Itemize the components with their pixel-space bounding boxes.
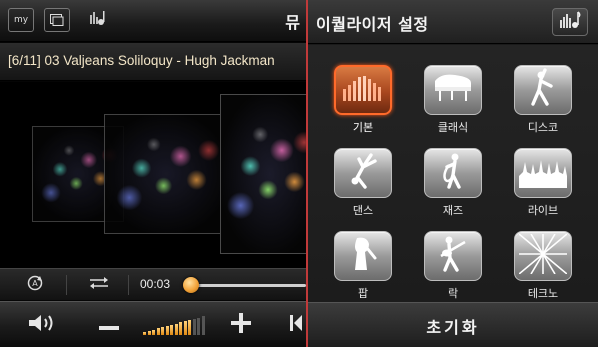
volume-level-segment bbox=[170, 324, 174, 335]
reset-button[interactable]: 초기화 bbox=[308, 303, 598, 347]
volume-level-segment bbox=[183, 321, 187, 335]
preset-rock[interactable]: 락 bbox=[413, 231, 493, 311]
album-art-current[interactable] bbox=[220, 94, 306, 254]
equalizer-settings-button[interactable] bbox=[552, 8, 588, 36]
preset-live-label: 라이브 bbox=[527, 204, 559, 217]
album-art-side[interactable] bbox=[104, 114, 228, 234]
playback-control-bar: A 00:03 bbox=[0, 268, 306, 300]
preset-techno-label: 테크노 bbox=[527, 287, 559, 300]
preset-techno-tile bbox=[514, 231, 572, 281]
preset-rock-label: 락 bbox=[447, 287, 459, 300]
window-mode-button[interactable] bbox=[44, 8, 70, 32]
light-burst-icon bbox=[518, 233, 568, 278]
track-info-bar: [6/11] 03 Valjeans Soliloquy - Hugh Jack… bbox=[0, 43, 306, 81]
volume-level-segment bbox=[156, 328, 160, 335]
volume-level-segment bbox=[197, 317, 201, 335]
plus-icon bbox=[231, 313, 251, 337]
volume-level-segment bbox=[179, 322, 183, 335]
minus-icon bbox=[99, 316, 119, 335]
preset-disco-tile bbox=[514, 65, 572, 115]
player-title: 뮤 bbox=[285, 13, 300, 32]
preset-jazz-tile bbox=[424, 148, 482, 198]
music-settings-button[interactable] bbox=[84, 8, 110, 32]
preset-dance-label: 댄스 bbox=[352, 204, 374, 217]
volume-bar bbox=[0, 301, 306, 347]
volume-level-segment bbox=[161, 327, 165, 335]
preset-live[interactable]: 라이브 bbox=[503, 148, 583, 228]
preset-classic[interactable]: 클래식 bbox=[413, 65, 493, 145]
volume-level-bars bbox=[143, 315, 205, 335]
my-label: my bbox=[13, 15, 29, 25]
preset-classic-label: 클래식 bbox=[437, 121, 469, 134]
skip-previous-icon bbox=[288, 314, 302, 336]
preset-grid: 기본 클래식 디스코 댄스 재즈 라이브 팝 락 테크노 bbox=[308, 45, 598, 302]
concert-crowd-icon bbox=[519, 154, 567, 192]
volume-level-segment bbox=[147, 330, 151, 335]
guitarist-icon bbox=[435, 234, 471, 278]
preset-rock-tile bbox=[424, 231, 482, 281]
progress-knob[interactable] bbox=[183, 277, 199, 293]
music-player: my 뮤 [6/11] 03 Valjeans Soliloquy - Hugh… bbox=[0, 0, 306, 347]
volume-level-segment bbox=[174, 323, 178, 335]
equalizer-header: 이퀄라이저 설정 bbox=[308, 0, 598, 44]
preset-basic-label: 기본 bbox=[352, 121, 374, 134]
volume-level-segment bbox=[201, 316, 205, 335]
svg-text:A: A bbox=[32, 279, 38, 288]
preset-basic-tile bbox=[334, 65, 392, 115]
breakdancer-icon bbox=[345, 151, 381, 195]
equalizer-settings-panel: 이퀄라이저 설정 기본 클래식 디스코 댄스 재즈 라이브 팝 락 테크노 초기… bbox=[306, 0, 598, 347]
preset-jazz[interactable]: 재즈 bbox=[413, 148, 493, 228]
preset-jazz-label: 재즈 bbox=[442, 204, 464, 217]
volume-level-segment bbox=[188, 320, 192, 335]
saxophone-player-icon bbox=[435, 151, 471, 195]
my-music-button[interactable]: my bbox=[8, 8, 34, 32]
equalizer-title: 이퀄라이저 설정 bbox=[316, 15, 429, 34]
equalizer-bars-icon bbox=[341, 73, 385, 107]
volume-up-button[interactable] bbox=[226, 310, 256, 340]
equalizer-note-icon bbox=[559, 11, 581, 33]
album-art-carousel[interactable] bbox=[0, 82, 306, 268]
progress-track[interactable] bbox=[196, 284, 306, 287]
preset-pop-label: 팝 bbox=[357, 287, 369, 300]
preset-pop[interactable]: 팝 bbox=[323, 231, 403, 311]
speaker-icon bbox=[27, 313, 57, 337]
window-icon bbox=[50, 11, 64, 30]
volume-level-indicator bbox=[138, 310, 210, 340]
preset-basic[interactable]: 기본 bbox=[323, 65, 403, 145]
volume-level-segment bbox=[192, 318, 196, 335]
music-note-settings-icon bbox=[88, 9, 106, 31]
preset-pop-tile bbox=[334, 231, 392, 281]
preset-dance[interactable]: 댄스 bbox=[323, 148, 403, 228]
volume-level-segment bbox=[165, 326, 169, 335]
disco-dancer-icon bbox=[525, 68, 561, 112]
grand-piano-icon bbox=[431, 71, 475, 109]
preset-dance-tile bbox=[334, 148, 392, 198]
elapsed-time: 00:03 bbox=[140, 277, 171, 291]
preset-live-tile bbox=[514, 148, 572, 198]
preset-disco-label: 디스코 bbox=[527, 121, 559, 134]
previous-track-button[interactable] bbox=[284, 310, 306, 340]
shuffle-button[interactable] bbox=[88, 274, 110, 296]
shuffle-icon bbox=[89, 275, 109, 295]
volume-down-button[interactable] bbox=[94, 310, 124, 340]
speaker-button[interactable] bbox=[22, 310, 62, 340]
preset-classic-tile bbox=[424, 65, 482, 115]
volume-level-segment bbox=[152, 329, 156, 335]
preset-techno[interactable]: 테크노 bbox=[503, 231, 583, 311]
player-top-bar: my 뮤 bbox=[0, 0, 306, 42]
equalizer-footer: 초기화 bbox=[308, 302, 598, 347]
repeat-a-icon: A bbox=[26, 274, 44, 296]
repeat-mode-button[interactable]: A bbox=[24, 274, 46, 296]
track-title: [6/11] 03 Valjeans Soliloquy - Hugh Jack… bbox=[8, 53, 275, 68]
preset-disco[interactable]: 디스코 bbox=[503, 65, 583, 145]
app-window: my 뮤 [6/11] 03 Valjeans Soliloquy - Hugh… bbox=[0, 0, 598, 347]
pop-singer-icon bbox=[345, 234, 381, 278]
volume-level-segment bbox=[143, 332, 147, 335]
